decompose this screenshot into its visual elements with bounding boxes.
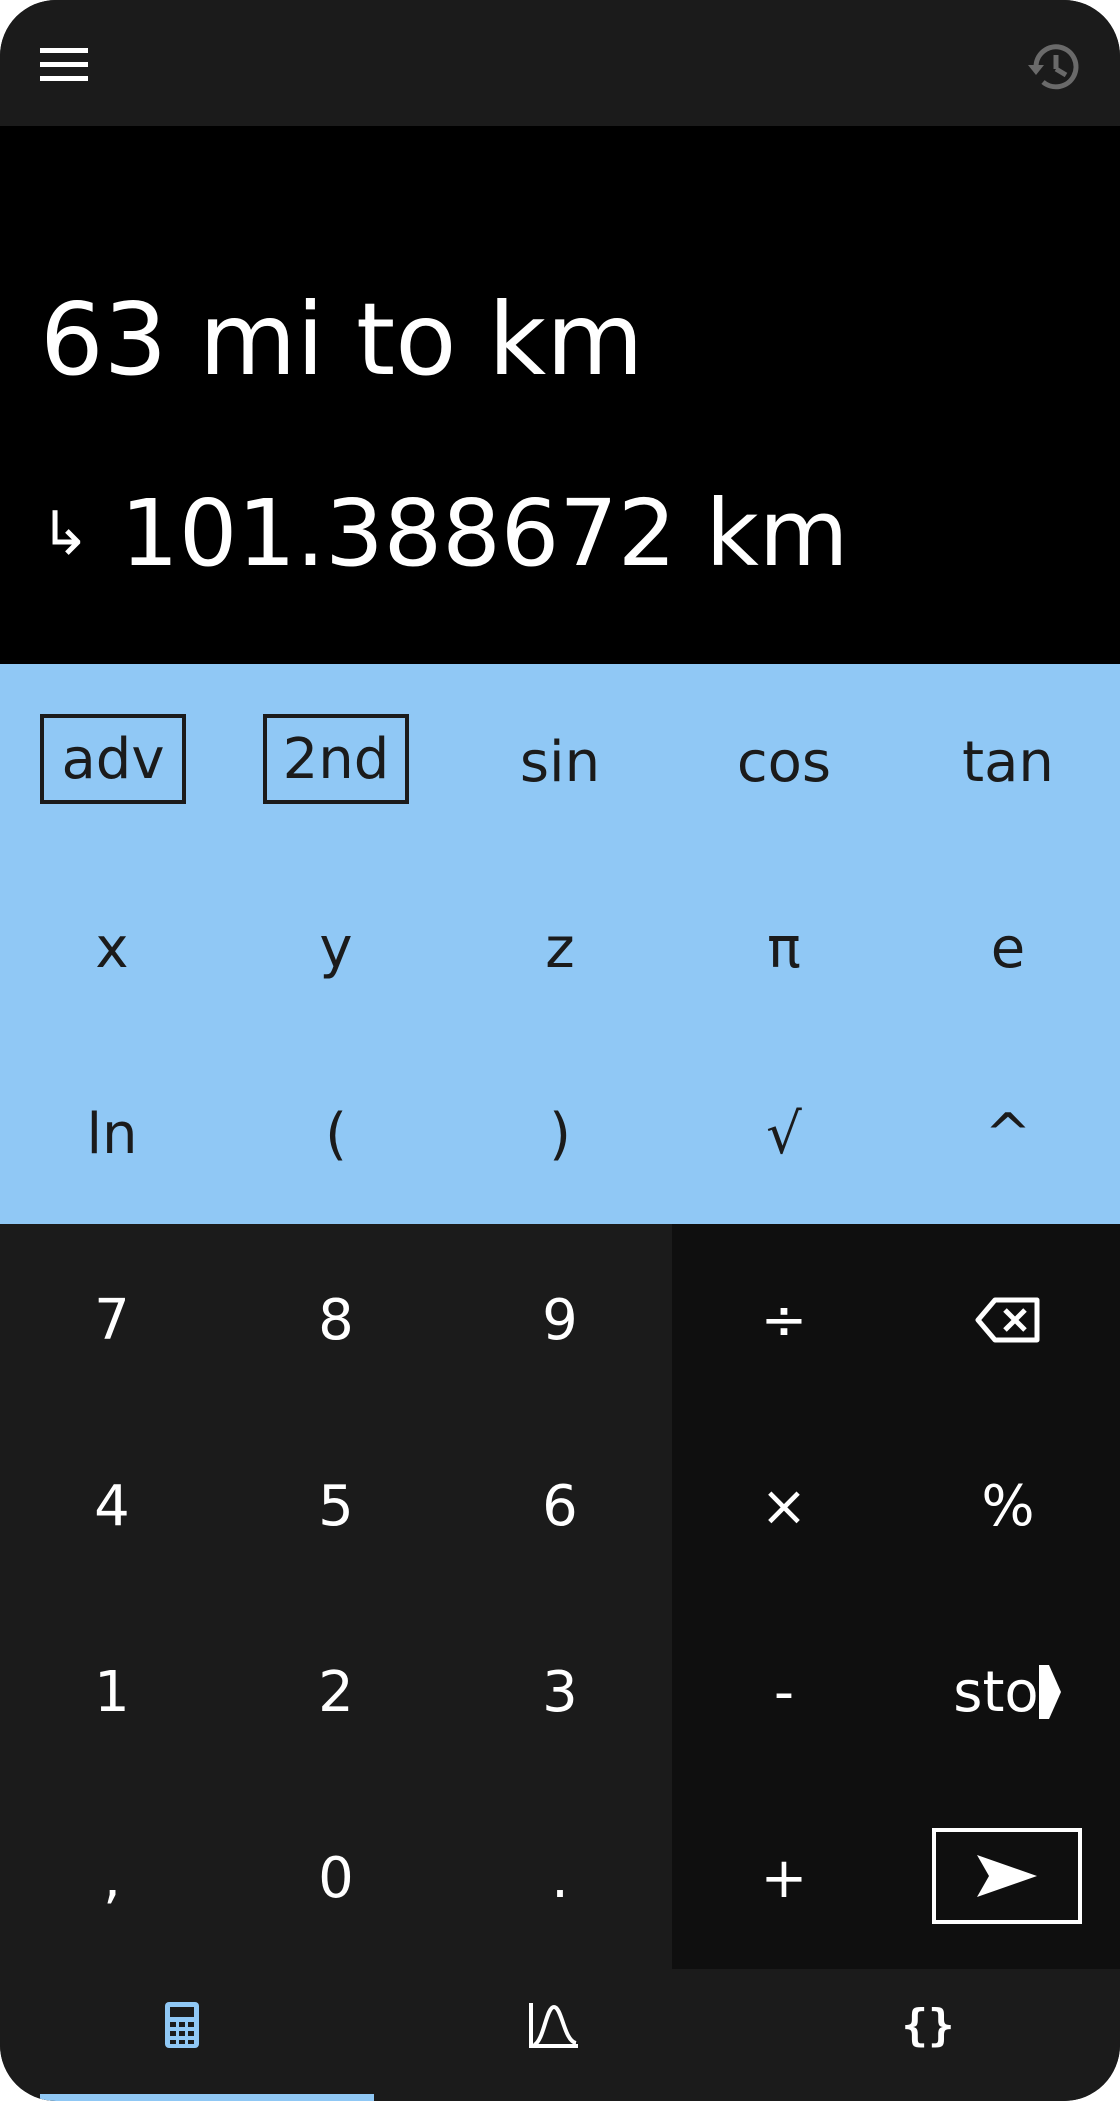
store-label: sto [953,1659,1039,1725]
nav-code-tab[interactable]: {} [883,1990,973,2060]
sqrt-button[interactable]: √ [672,1076,896,1192]
pi-button[interactable]: π [672,890,896,1006]
send-arrow-icon [977,1855,1037,1897]
digit-7-button[interactable]: 7 [0,1262,224,1378]
result-text: 101.388672 km [120,480,849,587]
result-row: ↳ 101.388672 km [40,488,848,580]
result-arrow: ↳ [40,499,91,569]
y-button[interactable]: y [224,890,448,1006]
x-button[interactable]: x [0,890,224,1006]
second-button[interactable]: 2nd [263,714,409,804]
hamburger-menu-icon[interactable] [40,48,88,82]
backspace-icon [975,1297,1040,1343]
z-button[interactable]: z [448,890,672,1006]
divide-button[interactable]: ÷ [672,1262,896,1378]
decimal-point-button[interactable]: . [448,1820,672,1936]
active-tab-indicator [40,2094,374,2101]
sin-button[interactable]: sin [448,704,672,820]
open-paren-button[interactable]: ( [224,1076,448,1192]
history-icon[interactable] [1026,38,1084,96]
digit-0-button[interactable]: 0 [224,1820,448,1936]
nav-calculator-tab[interactable] [137,1990,227,2060]
digit-4-button[interactable]: 4 [0,1448,224,1564]
nav-graph-tab[interactable] [509,1990,599,2060]
store-button[interactable]: sto [896,1634,1120,1750]
backspace-button[interactable] [896,1262,1120,1378]
percent-button[interactable]: % [896,1448,1120,1564]
digit-6-button[interactable]: 6 [448,1448,672,1564]
close-paren-button[interactable]: ) [448,1076,672,1192]
digit-9-button[interactable]: 9 [448,1262,672,1378]
store-arrow-icon [1038,1665,1061,1719]
calculator-app: 63 mi to km ↳ 101.388672 km adv 2nd sin … [0,0,1120,2101]
braces-icon: {} [901,1999,955,2051]
ln-button[interactable]: ln [0,1076,224,1192]
graph-icon [529,2003,578,2048]
minus-button[interactable]: - [672,1634,896,1750]
digit-5-button[interactable]: 5 [224,1448,448,1564]
expression-text[interactable]: 63 mi to km [40,290,644,390]
digit-1-button[interactable]: 1 [0,1634,224,1750]
cos-button[interactable]: cos [672,704,896,820]
digit-3-button[interactable]: 3 [448,1634,672,1750]
tan-button[interactable]: tan [896,704,1120,820]
e-button[interactable]: e [896,890,1120,1006]
comma-button[interactable]: , [0,1820,224,1936]
plus-button[interactable]: + [672,1820,896,1936]
top-bar [0,0,1120,126]
enter-button[interactable] [932,1828,1082,1924]
adv-button[interactable]: adv [40,714,186,804]
power-button[interactable]: ^ [896,1076,1120,1192]
digit-8-button[interactable]: 8 [224,1262,448,1378]
multiply-button[interactable]: × [672,1448,896,1564]
calculator-icon [165,2002,199,2048]
digit-2-button[interactable]: 2 [224,1634,448,1750]
